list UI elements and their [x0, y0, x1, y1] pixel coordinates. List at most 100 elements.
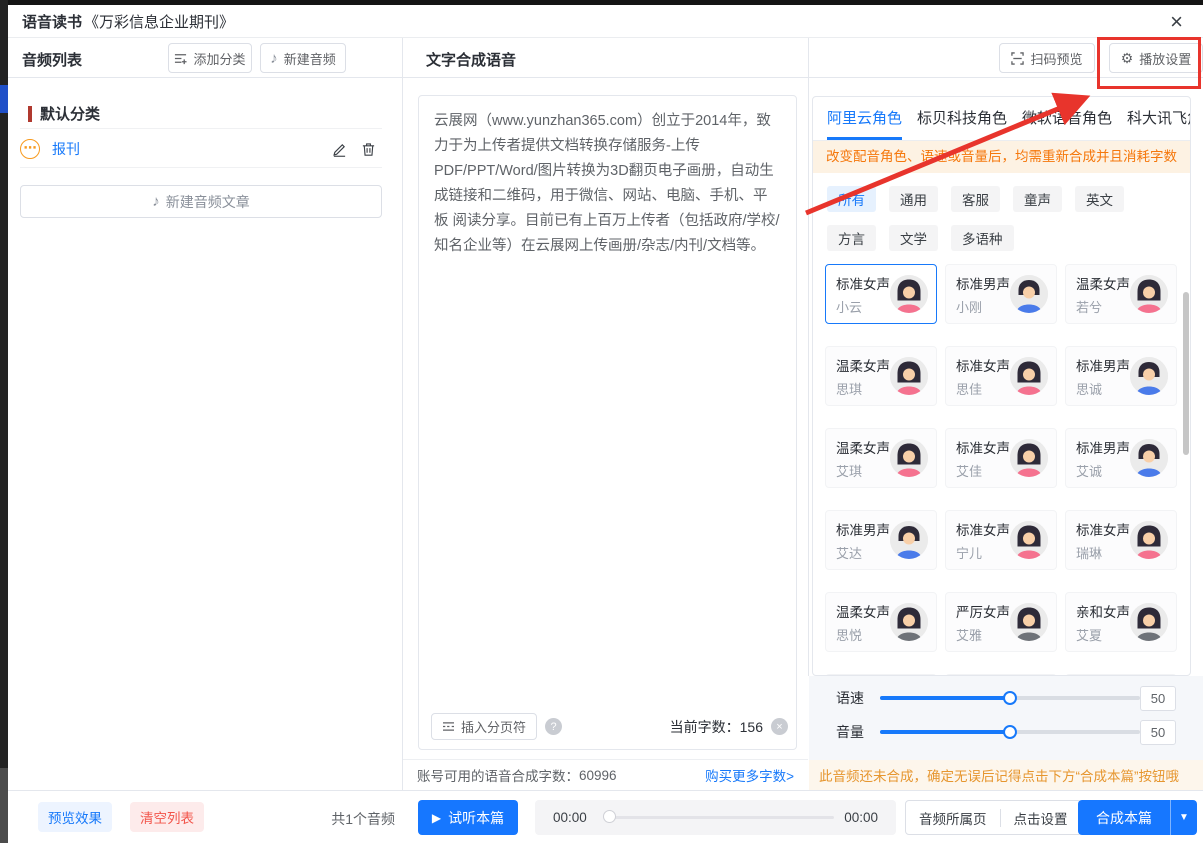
- voice-avatar: [890, 603, 928, 641]
- voice-card[interactable]: 温柔女声思悦: [825, 592, 937, 652]
- voice-card[interactable]: 温柔女声艾琪: [825, 428, 937, 488]
- voice-name-label: 艾佳: [956, 461, 1010, 480]
- voice-card[interactable]: 温柔女声思琪: [825, 346, 937, 406]
- speed-slider-knob[interactable]: [1003, 691, 1017, 705]
- char-count-label: 当前字数：: [670, 717, 740, 737]
- audio-item-label[interactable]: 报刊: [52, 139, 332, 159]
- new-audio-article-button[interactable]: ♪ 新建音频文章: [20, 185, 382, 218]
- voice-avatar: [890, 439, 928, 477]
- voice-card[interactable]: 标准女声小云: [825, 264, 937, 324]
- speed-slider[interactable]: [880, 696, 1140, 700]
- click-set-button[interactable]: 点击设置: [1001, 808, 1081, 828]
- delete-icon[interactable]: [361, 142, 376, 157]
- voice-type-label: 亲和女声: [1076, 601, 1130, 621]
- voice-filter-tag[interactable]: 童声: [1013, 186, 1062, 212]
- audio-count-label: 共1个音频: [331, 809, 395, 829]
- voice-name-label: 小云: [836, 297, 890, 316]
- voice-filter-tag[interactable]: 文学: [889, 225, 938, 251]
- buy-more-link[interactable]: 购买更多字数>: [705, 765, 794, 785]
- voice-avatar: [1130, 439, 1168, 477]
- voice-name-label: 思悦: [836, 625, 890, 644]
- voice-card[interactable]: 亲和女声艾夏: [1065, 592, 1177, 652]
- section-header-row: 音频列表 添加分类 ♪ 新建音频 文字合成语音 扫码预览 ⚙ 播放设置: [8, 38, 1203, 78]
- voice-card[interactable]: 标准女声艾佳: [945, 428, 1057, 488]
- background-app-left-strip-bottom: [0, 768, 8, 843]
- player-progress-track[interactable]: [605, 816, 834, 819]
- tts-header: 文字合成语音: [426, 49, 516, 70]
- volume-label: 音量: [836, 722, 870, 742]
- tts-text-content[interactable]: 云展网（www.yunzhan365.com）创立于2014年，致力于为上传者提…: [419, 96, 796, 272]
- synthesize-button[interactable]: 合成本篇 ▼: [1078, 800, 1197, 835]
- voice-type-label: 标准男声: [836, 519, 890, 539]
- voice-avatar: [890, 275, 928, 313]
- quota-label: 账号可用的语音合成字数：: [417, 765, 579, 785]
- voice-card[interactable]: 标准女声思佳: [945, 346, 1057, 406]
- voice-type-label: 标准男声: [1076, 437, 1130, 457]
- chevron-down-icon[interactable]: ▼: [1171, 812, 1197, 823]
- volume-slider[interactable]: [880, 730, 1140, 734]
- voice-provider-tab[interactable]: 标贝科技角色: [917, 107, 1007, 140]
- voice-name-label: 宁儿: [956, 543, 1010, 562]
- quota-row: 账号可用的语音合成字数： 60996 购买更多字数>: [403, 759, 808, 790]
- preview-effect-button[interactable]: 预览效果: [38, 802, 112, 832]
- volume-value-input[interactable]: 50: [1140, 720, 1176, 745]
- voice-name-label: 小刚: [956, 297, 1010, 316]
- listen-button[interactable]: ▶ 试听本篇: [418, 800, 518, 835]
- voice-type-label: 温柔女声: [836, 437, 890, 457]
- dialog-document-name: 《万彩信息企业期刊》: [84, 11, 234, 32]
- voice-card[interactable]: 标准男声思诚: [1065, 346, 1177, 406]
- dialog-title: 语音读书: [22, 11, 82, 32]
- voice-card[interactable]: 标准男声艾达: [825, 510, 937, 570]
- audio-page-settings: 音频所属页 点击设置: [905, 800, 1082, 835]
- voice-list-scrollbar[interactable]: [1183, 292, 1189, 455]
- volume-slider-fill: [880, 730, 1010, 734]
- voice-filter-tag[interactable]: 所有: [827, 186, 876, 212]
- item-ellipsis-icon[interactable]: ⋯: [20, 139, 40, 159]
- category-header: 默认分类: [28, 103, 100, 124]
- voice-card[interactable]: 温柔女声若兮: [1065, 264, 1177, 324]
- voice-filter-tag[interactable]: 多语种: [951, 225, 1014, 251]
- voice-filter-tag[interactable]: 英文: [1075, 186, 1124, 212]
- new-audio-article-label: 新建音频文章: [166, 192, 250, 212]
- voice-card[interactable]: 标准男声艾诚: [1065, 428, 1177, 488]
- player-progress-knob[interactable]: [603, 810, 616, 823]
- background-app-accent: [0, 85, 8, 113]
- scan-preview-button[interactable]: 扫码预览: [999, 43, 1095, 73]
- play-settings-button[interactable]: ⚙ 播放设置: [1109, 43, 1203, 73]
- speed-value-input[interactable]: 50: [1140, 686, 1176, 711]
- audio-list-item[interactable]: ⋯ 报刊: [20, 133, 382, 165]
- voice-provider-tab[interactable]: 科大讯飞角色: [1127, 107, 1191, 140]
- voice-card[interactable]: 标准女声宁儿: [945, 510, 1057, 570]
- voice-name-label: 艾诚: [1076, 461, 1130, 480]
- voice-provider-tab[interactable]: 微软语音角色: [1022, 107, 1112, 140]
- voice-avatar: [1010, 439, 1048, 477]
- audio-page-button[interactable]: 音频所属页: [906, 808, 1000, 828]
- close-icon[interactable]: ×: [1170, 7, 1183, 37]
- edit-icon[interactable]: [332, 142, 347, 157]
- voice-card[interactable]: 严厉女声艾雅: [945, 592, 1057, 652]
- voice-type-label: 温柔女声: [836, 601, 890, 621]
- music-note-icon: ♪: [152, 193, 160, 210]
- clear-text-icon[interactable]: ×: [771, 718, 788, 735]
- clear-list-button[interactable]: 清空列表: [130, 802, 204, 832]
- insert-page-break-button[interactable]: 插入分页符: [431, 713, 537, 740]
- speed-slider-fill: [880, 696, 1010, 700]
- volume-slider-knob[interactable]: [1003, 725, 1017, 739]
- play-settings-label: 播放设置: [1139, 49, 1191, 68]
- category-marker: [28, 106, 32, 122]
- voice-card[interactable]: 标准女声瑞琳: [1065, 510, 1177, 570]
- voice-filter-tag[interactable]: 方言: [827, 225, 876, 251]
- voice-name-label: 若兮: [1076, 297, 1130, 316]
- voice-provider-tab[interactable]: 阿里云角色: [827, 107, 902, 140]
- voice-role-panel: 阿里云角色标贝科技角色微软语音角色科大讯飞角色 改变配音角色、语速或音量后，均需…: [812, 96, 1191, 676]
- voice-card[interactable]: 标准男声小刚: [945, 264, 1057, 324]
- voice-type-label: 标准女声: [956, 519, 1010, 539]
- voice-card-grid: 标准女声小云标准男声小刚温柔女声若兮温柔女声思琪标准女声思佳标准男声思诚温柔女声…: [813, 251, 1190, 676]
- voice-filter-tag[interactable]: 客服: [951, 186, 1000, 212]
- help-icon[interactable]: ?: [545, 718, 562, 735]
- voice-avatar: [1010, 357, 1048, 395]
- new-audio-button[interactable]: ♪ 新建音频: [260, 43, 346, 73]
- add-category-button[interactable]: 添加分类: [168, 43, 252, 73]
- tts-text-editor[interactable]: 云展网（www.yunzhan365.com）创立于2014年，致力于为上传者提…: [418, 95, 797, 750]
- voice-filter-tag[interactable]: 通用: [889, 186, 938, 212]
